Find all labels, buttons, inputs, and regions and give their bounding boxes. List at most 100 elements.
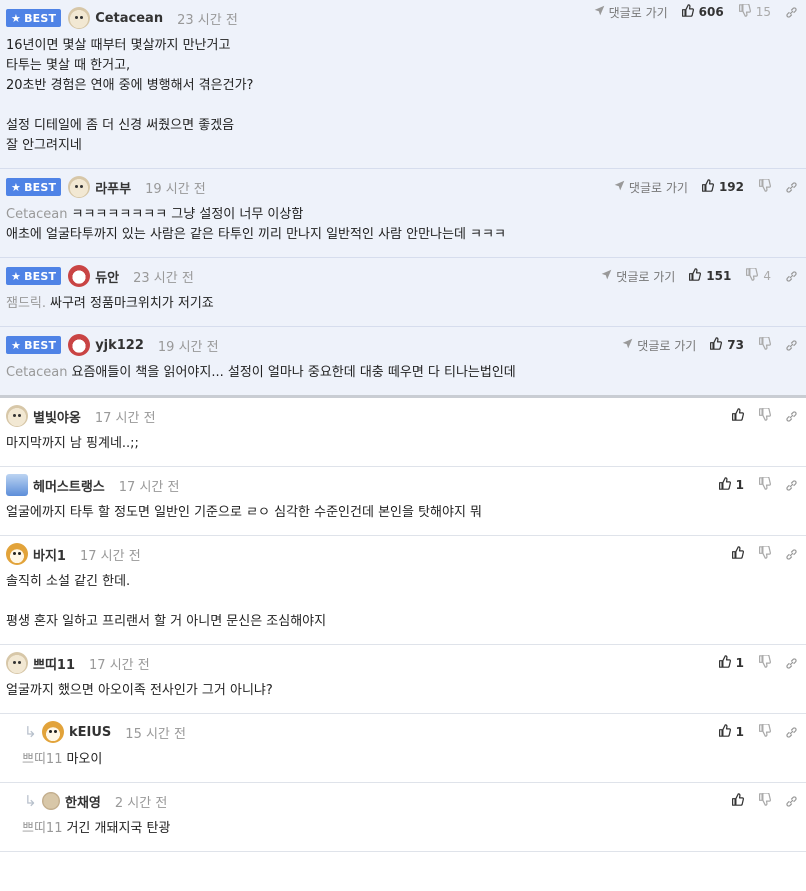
downvote-button[interactable]: 15 (738, 3, 771, 20)
go-to-reply-link[interactable]: 댓글로 가기 (622, 337, 696, 354)
comment-line: 16년이면 몇살 때부터 몇살까지 만난거고 (6, 36, 800, 56)
downvote-button[interactable] (758, 723, 771, 740)
share-link-icon[interactable] (785, 270, 798, 283)
nickname[interactable]: 한채영 (65, 792, 101, 811)
upvote-button[interactable]: 1 (718, 724, 744, 740)
avatar[interactable] (42, 721, 64, 743)
best-badge: ★ BEST (6, 9, 62, 27)
comment-body: Cetacean 요즘애들이 책을 읽어야지... 설정이 얼마나 중요한데 대충… (0, 363, 806, 395)
avatar[interactable] (68, 334, 91, 356)
avatar[interactable] (6, 405, 28, 427)
comment-body: 쁘띠11 마오이 (0, 750, 806, 782)
upvote-button[interactable] (731, 546, 744, 562)
comment-line (6, 592, 800, 612)
comment-text: 싸구려 정품마크위치가 저기죠 (50, 296, 214, 311)
thumbs-down-icon (758, 336, 771, 353)
mention[interactable]: 잼드릭. (6, 296, 46, 311)
thumbs-up-icon (731, 408, 744, 424)
nickname[interactable]: 쁘띠11 (33, 654, 75, 673)
comment-header: 쁘띠11 17 시간 전 1 (0, 645, 806, 681)
upvote-button[interactable]: 73 (709, 337, 744, 353)
comment-line (6, 96, 800, 116)
share-link-icon[interactable] (785, 726, 798, 739)
go-to-reply-label: 댓글로 가기 (637, 338, 697, 353)
comment-line: 잘 안그려지네 (6, 136, 800, 156)
go-to-reply-link[interactable]: 댓글로 가기 (594, 4, 668, 21)
thumbs-down-icon (758, 654, 771, 671)
downvote-button[interactable] (758, 476, 771, 493)
avatar[interactable] (6, 652, 28, 674)
share-link-icon[interactable] (785, 657, 798, 670)
thumbs-down-icon (758, 476, 771, 493)
comment-actions: 1 (718, 467, 798, 503)
thumbs-up-icon (718, 477, 731, 493)
share-link-icon[interactable] (785, 410, 798, 423)
downvote-button[interactable] (758, 336, 771, 353)
upvote-count: 192 (718, 180, 744, 194)
nickname[interactable]: 듀안 (95, 267, 119, 286)
nickname[interactable]: yjk122 (95, 338, 144, 353)
downvote-button[interactable] (758, 792, 771, 809)
comment-actions: 댓글로 가기 192 (614, 169, 798, 205)
upvote-button[interactable]: 1 (718, 655, 744, 671)
mention[interactable]: 쁘띠11 (22, 752, 62, 767)
avatar[interactable] (6, 474, 28, 496)
share-link-icon[interactable] (785, 479, 798, 492)
best-label: BEST (24, 338, 57, 352)
go-to-reply-link[interactable]: 댓글로 가기 (614, 179, 688, 196)
thumbs-up-icon (731, 546, 744, 562)
comment-actions (731, 536, 798, 572)
mention[interactable]: Cetacean (6, 207, 68, 222)
share-link-icon[interactable] (785, 339, 798, 352)
star-icon: ★ (11, 11, 22, 25)
upvote-count: 73 (727, 338, 744, 352)
upvote-count: 151 (706, 269, 732, 283)
plane-icon (622, 338, 637, 352)
upvote-button[interactable]: 192 (701, 179, 744, 195)
avatar[interactable] (68, 7, 91, 29)
thumbs-up-icon (709, 337, 723, 353)
avatar[interactable] (68, 176, 91, 198)
comment: 쁘띠11 17 시간 전 1 얼굴까지 했으면 아오이족 전사인가 그거 아니냐? (0, 645, 806, 714)
avatar[interactable] (6, 543, 28, 565)
share-link-icon[interactable] (785, 181, 798, 194)
nickname[interactable]: 바지1 (33, 545, 66, 564)
go-to-reply-link[interactable]: 댓글로 가기 (601, 268, 675, 285)
nickname[interactable]: Cetacean (95, 11, 163, 26)
mention[interactable]: Cetacean (6, 365, 68, 380)
downvote-button[interactable] (758, 654, 771, 671)
nickname[interactable]: 라푸부 (95, 178, 131, 197)
share-link-icon[interactable] (785, 548, 798, 561)
downvote-button[interactable] (758, 407, 771, 424)
comment-actions: 1 (718, 714, 798, 750)
upvote-button[interactable] (731, 408, 744, 424)
avatar[interactable] (42, 792, 60, 810)
downvote-button[interactable]: 4 (745, 267, 771, 284)
upvote-button[interactable] (731, 793, 744, 809)
downvote-button[interactable] (758, 178, 771, 195)
comment-body: 잼드릭. 싸구려 정품마크위치가 저기죠 (0, 294, 806, 326)
comment-actions (731, 783, 798, 819)
mention[interactable]: 쁘띠11 (22, 821, 62, 836)
comment-header: 바지1 17 시간 전 (0, 536, 806, 572)
nickname[interactable]: kEIUS (69, 725, 111, 740)
comment-actions (731, 398, 798, 434)
avatar[interactable] (68, 265, 91, 287)
upvote-button[interactable]: 151 (688, 268, 731, 284)
nickname[interactable]: 헤머스트랭스 (33, 476, 105, 495)
share-link-icon[interactable] (785, 6, 798, 19)
nickname[interactable]: 별빛야옹 (33, 407, 81, 426)
upvote-button[interactable]: 606 (681, 4, 724, 20)
best-label: BEST (24, 180, 57, 194)
thumbs-down-icon (758, 723, 771, 740)
comment-line: 설정 디테일에 좀 더 신경 써줬으면 좋겠음 (6, 116, 800, 136)
timestamp: 19 시간 전 (157, 339, 219, 355)
reply-comment: ↳ 한채영 2 시간 전 쁘띠11 거긴 개돼지국 탄광 (0, 783, 806, 852)
share-link-icon[interactable] (785, 795, 798, 808)
comment-header: ★ BEST 라푸부 19 시간 전 댓글로 가기 192 (0, 169, 806, 205)
upvote-button[interactable]: 1 (718, 477, 744, 493)
go-to-reply-label: 댓글로 가기 (608, 5, 668, 20)
comment-list: ★ BEST Cetacean 23 시간 전 댓글로 가기 606 15 16년이면 몇살 … (0, 0, 806, 852)
best-label: BEST (24, 269, 57, 283)
downvote-button[interactable] (758, 545, 771, 562)
